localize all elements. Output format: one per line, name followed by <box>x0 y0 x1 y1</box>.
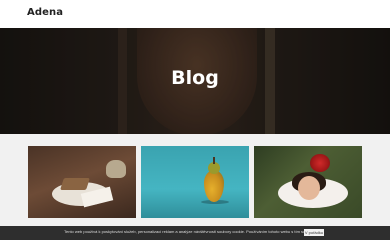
face-shape <box>298 176 320 200</box>
top-navigation-bar: Adena <box>0 0 390 28</box>
pear-stem <box>213 157 215 164</box>
blog-post-card-2[interactable] <box>141 146 249 218</box>
cake-shape <box>60 178 90 190</box>
hero-banner: Blog <box>0 28 390 134</box>
blog-post-card-3[interactable] <box>254 146 362 218</box>
page-title: Blog <box>171 67 219 89</box>
cookie-accept-button[interactable]: V pořádku <box>304 229 324 236</box>
blog-post-card-1[interactable] <box>28 146 136 218</box>
cookie-consent-bar: Tento web používá k poskytování služeb, … <box>0 226 390 240</box>
cookie-consent-text: Tento web používá k poskytování služeb, … <box>64 229 321 234</box>
roses-shape <box>310 154 330 172</box>
site-logo[interactable]: Adena <box>27 7 63 18</box>
teapot-shape <box>106 160 126 178</box>
pear-shape <box>204 170 224 202</box>
